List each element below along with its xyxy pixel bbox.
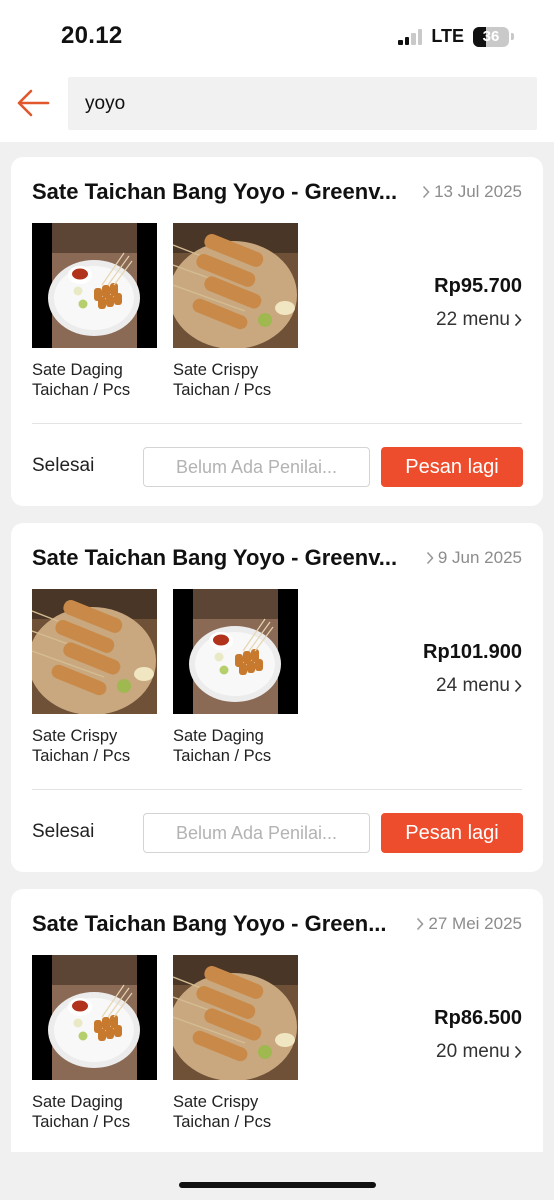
order-date[interactable]: 13 Jul 2025 <box>422 182 522 202</box>
crispy-skewers-photo <box>32 589 157 714</box>
back-button[interactable] <box>14 86 52 120</box>
order-date-text: 13 Jul 2025 <box>434 182 522 201</box>
shop-name: Sate Taichan Bang Yoyo - Greenv... <box>32 545 398 570</box>
item-image-plate-skewers <box>173 589 298 714</box>
menu-count-text: 20 menu <box>436 1041 510 1062</box>
battery-level: 36 <box>482 28 500 45</box>
reorder-button[interactable]: Pesan lagi <box>381 813 523 853</box>
status-bar: 20.12 LTE 36 <box>0 0 554 70</box>
order-date-text: 27 Mei 2025 <box>428 914 522 933</box>
item-name: Sate Daging Taichan / Pcs <box>32 1093 131 1131</box>
crispy-skewers-photo <box>173 955 298 1080</box>
search-box[interactable] <box>68 77 537 130</box>
order-date[interactable]: 27 Mei 2025 <box>416 914 522 934</box>
home-indicator-area <box>0 1152 554 1200</box>
item-name: Sate Daging Taichan / Pcs <box>32 361 131 399</box>
item-image-plate-skewers <box>32 223 157 348</box>
chevron-right-icon <box>514 313 522 327</box>
chevron-right-icon <box>426 551 434 565</box>
signal-icon <box>398 28 423 45</box>
chevron-right-icon <box>514 1045 522 1059</box>
order-date-text: 9 Jun 2025 <box>437 548 522 567</box>
chevron-right-icon <box>423 185 430 199</box>
arrow-left-icon <box>17 89 50 117</box>
crispy-skewers-photo <box>173 223 298 348</box>
item-image-plate-skewers <box>32 955 157 1080</box>
item-name: Sate Crispy Taichan / Pcs <box>173 1093 272 1131</box>
item-name: Sate Crispy Taichan / Pcs <box>173 361 272 399</box>
status-indicators: LTE 36 <box>398 26 514 47</box>
menu-count[interactable]: 20 menu <box>436 1041 522 1063</box>
menu-count[interactable]: 24 menu <box>436 675 522 697</box>
status-time: 20.12 <box>61 22 123 49</box>
menu-count-text: 24 menu <box>436 675 510 696</box>
order-date[interactable]: 9 Jun 2025 <box>426 548 522 568</box>
order-price: Rp95.700 <box>434 275 522 297</box>
rating-button[interactable]: Belum Ada Penilai... <box>143 447 370 487</box>
order-card[interactable]: Sate Taichan Bang Yoyo - Greenv... 9 Jun… <box>11 523 543 872</box>
item-image-crispy-skewers <box>173 223 298 348</box>
shop-name: Sate Taichan Bang Yoyo - Greenv... <box>32 179 398 204</box>
chevron-right-icon <box>417 917 425 931</box>
item-name: Sate Crispy Taichan / Pcs <box>32 727 131 765</box>
reorder-button[interactable]: Pesan lagi <box>381 447 523 487</box>
menu-count[interactable]: 22 menu <box>436 309 522 331</box>
network-type: LTE <box>431 26 464 46</box>
order-price: Rp86.500 <box>434 1007 522 1029</box>
plate-skewers-photo <box>32 955 157 1080</box>
divider <box>32 423 522 424</box>
item-image-crispy-skewers <box>32 589 157 714</box>
home-indicator[interactable] <box>179 1182 376 1188</box>
chevron-right-icon <box>514 679 522 693</box>
item-image-crispy-skewers <box>173 955 298 1080</box>
order-status: Selesai <box>32 821 95 842</box>
item-name: Sate Daging Taichan / Pcs <box>173 727 272 765</box>
plate-skewers-photo <box>32 223 157 348</box>
search-header <box>0 70 554 142</box>
search-input[interactable] <box>85 92 537 115</box>
divider <box>32 789 522 790</box>
order-card[interactable]: Sate Taichan Bang Yoyo - Green... 27 Mei… <box>11 889 543 1189</box>
shop-name: Sate Taichan Bang Yoyo - Green... <box>32 911 387 936</box>
menu-count-text: 22 menu <box>436 309 510 330</box>
order-card[interactable]: Sate Taichan Bang Yoyo - Greenv... 13 Ju… <box>11 157 543 506</box>
order-status: Selesai <box>32 455 95 476</box>
plate-skewers-photo <box>173 589 298 714</box>
rating-button[interactable]: Belum Ada Penilai... <box>143 813 370 853</box>
order-price: Rp101.900 <box>423 641 522 663</box>
battery-cap <box>511 33 514 40</box>
battery-icon: 36 <box>473 26 509 47</box>
